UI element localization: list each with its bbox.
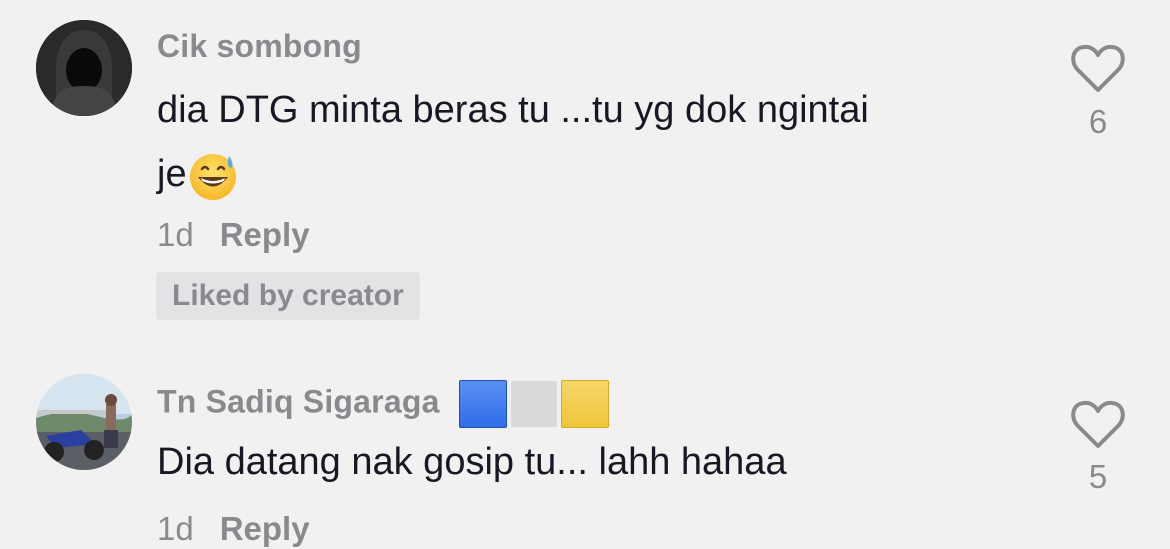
motorcycle-photo-avatar-icon (36, 374, 132, 470)
comment-item: Tn Sadiq Sigaraga Dia datang nak gosip t… (0, 340, 1170, 549)
comment-item: Cik sombong dia DTG minta beras tu ...tu… (0, 0, 1170, 340)
comment-username[interactable]: Cik sombong (157, 28, 362, 65)
yellow-square-icon (560, 380, 609, 428)
hooded-figure-avatar-icon (36, 20, 132, 116)
heart-icon[interactable] (1070, 398, 1126, 450)
name-emoji-group (455, 380, 609, 428)
heart-icon[interactable] (1070, 42, 1126, 94)
comment-meta: 1d Reply (157, 216, 310, 254)
comment-text-line: dia DTG minta beras tu ...tu yg dok ngin… (157, 89, 869, 131)
comment-meta: 1d Reply (157, 510, 310, 548)
like-count: 6 (1088, 103, 1108, 140)
comment-text-fragment: je (157, 153, 187, 195)
liked-by-creator-badge: Liked by creator (156, 272, 420, 320)
like-count: 5 (1088, 458, 1108, 495)
reply-button[interactable]: Reply (220, 216, 310, 253)
comment-text-line: je (157, 142, 1037, 206)
comment-username[interactable]: Tn Sadiq Sigaraga (157, 380, 609, 428)
comment-age: 1d (157, 510, 194, 547)
comment-age: 1d (157, 216, 194, 253)
avatar[interactable] (36, 20, 132, 116)
grinning-sweat-emoji-icon (189, 153, 236, 200)
reply-button[interactable]: Reply (220, 510, 310, 547)
comment-text: dia DTG minta beras tu ...tu yg dok ngin… (157, 78, 1037, 206)
comment-text: Dia datang nak gosip tu... lahh hahaa (157, 441, 787, 483)
gray-square-icon (510, 381, 557, 427)
blue-square-icon (458, 380, 507, 428)
avatar[interactable] (36, 374, 132, 470)
comment-username-text: Tn Sadiq Sigaraga (157, 383, 440, 420)
